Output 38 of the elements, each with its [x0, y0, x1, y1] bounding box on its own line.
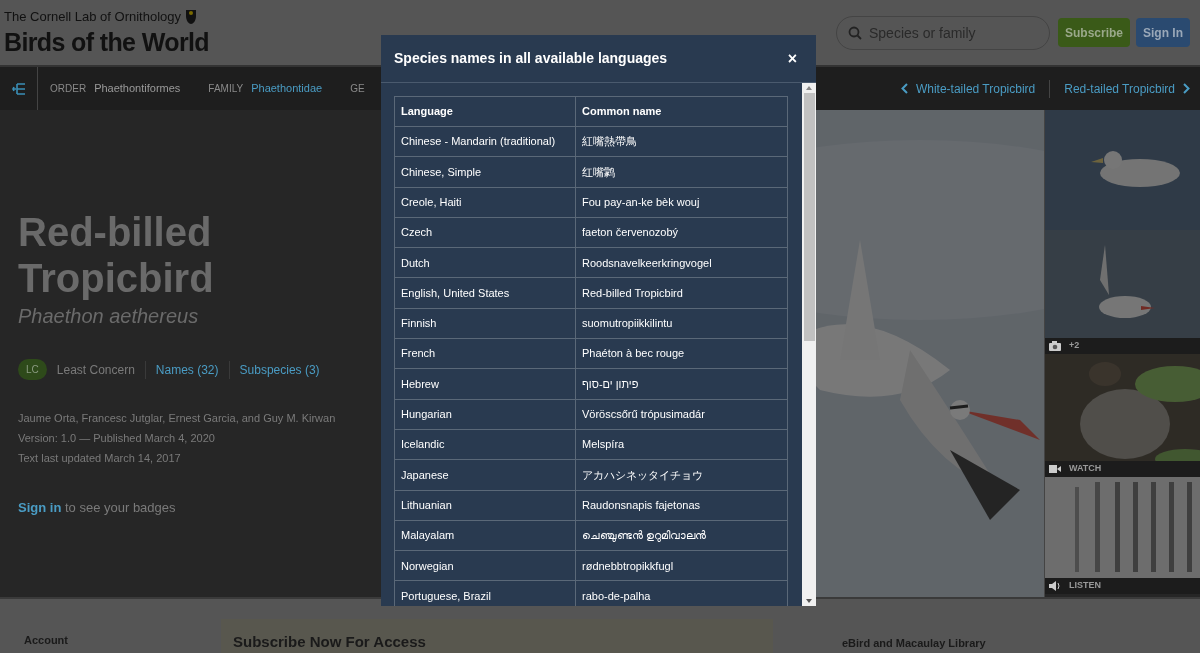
chevron-left-icon	[900, 83, 908, 94]
subspecies-link[interactable]: Subspecies (3)	[239, 360, 320, 379]
scientific-name: Phaethon aethereus	[18, 304, 199, 330]
video-camera-icon	[1049, 463, 1061, 475]
chevron-right-icon	[1183, 83, 1190, 94]
updated-text: Text last updated March 14, 2017	[18, 451, 181, 467]
close-button[interactable]: ×	[781, 46, 803, 71]
ebird-heading: eBird and Macaulay Library	[842, 636, 986, 651]
authors-text: Jaume Orta, Francesc Jutglar, Ernest Garcia, and Guy M. Kirwan	[18, 411, 336, 427]
taxonomy-label: GE	[350, 82, 365, 96]
taxonomy-link[interactable]: Phaethontiformes	[94, 80, 181, 97]
modal-title: Species names in all available languages	[394, 49, 668, 68]
table-cell: Portuguese, Brazil	[394, 580, 576, 606]
signin-button[interactable]: Sign In	[1136, 18, 1190, 47]
column-header: Language	[394, 96, 576, 127]
taxonomy-label: ORDER	[50, 82, 87, 96]
species-name: Red-billed Tropicbird	[18, 209, 215, 302]
media-label[interactable]: LISTEN	[1069, 579, 1101, 593]
bird-logo-icon	[185, 8, 198, 25]
status-text: Least Concern	[56, 360, 146, 379]
version-text: Version: 1.0 — Published March 4, 2020	[18, 431, 215, 447]
taxonomy-label: FAMILY	[208, 82, 244, 96]
subscribe-button[interactable]: Subscribe	[1057, 18, 1130, 47]
media-label[interactable]: WATCH	[1069, 462, 1102, 476]
next-species-link[interactable]: Red-tailed Tropicbird	[1050, 79, 1200, 98]
search-icon	[847, 25, 862, 40]
account-heading: Account	[24, 633, 69, 648]
sidebar-toggle-icon	[11, 82, 26, 95]
speaker-icon	[1049, 580, 1061, 592]
status-badge: LC	[18, 359, 47, 381]
names-link[interactable]: Names (32)	[155, 360, 230, 379]
previous-species-link[interactable]: White-tailed Tropicbird	[900, 79, 1051, 98]
media-label[interactable]: +2	[1069, 339, 1080, 353]
sign-in-link[interactable]: Sign in	[18, 500, 62, 516]
sign-in-prompt: Sign in to see your badges	[18, 499, 176, 518]
camera-icon	[1049, 340, 1061, 352]
taxonomy-link[interactable]: Phaethontidae	[251, 80, 323, 97]
subscribe-heading: Subscribe Now For Access	[233, 632, 427, 652]
